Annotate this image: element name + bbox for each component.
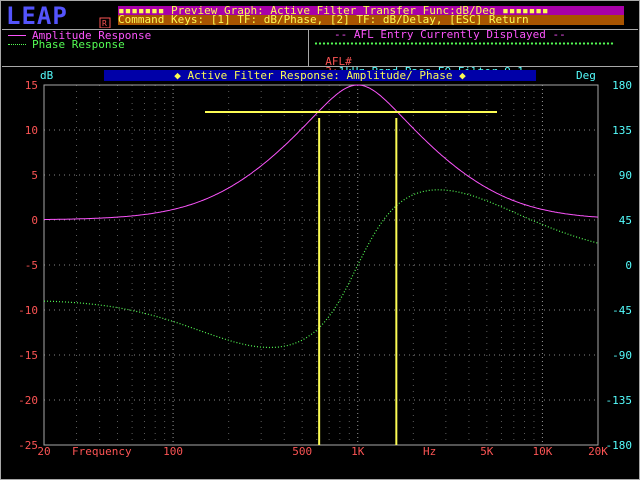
left-tick-label: -15 (18, 349, 38, 362)
x-tick-label: 10K (532, 445, 552, 458)
right-tick-label: -45 (612, 304, 632, 317)
right-tick-label: -90 (612, 349, 632, 362)
left-tick-label: -5 (25, 259, 38, 272)
frequency-axis-label: Frequency (72, 445, 132, 458)
right-tick-label: 180 (612, 79, 632, 92)
amplitude-series-line (44, 84, 599, 220)
x-tick-label: 500 (292, 445, 312, 458)
right-tick-label: 0 (625, 259, 632, 272)
phase-series-line (43, 189, 599, 349)
right-tick-label: 45 (619, 214, 632, 227)
left-tick-label: 0 (31, 214, 38, 227)
left-axis-ticks: 15 10 5 0 -5 -10 -15 -20 -25 (18, 79, 38, 452)
response-chart: 15 10 5 0 -5 -10 -15 -20 -25 180 135 90 45 0 -45 -90 -1… (18, 79, 633, 458)
x-tick-label: 20 (37, 445, 50, 458)
right-tick-label: 90 (619, 169, 632, 182)
x-tick-label: 20K (588, 445, 608, 458)
chart-grid (43, 84, 599, 446)
left-tick-label: 5 (31, 169, 38, 182)
left-tick-label: -10 (18, 304, 38, 317)
x-tick-label: 1K (351, 445, 365, 458)
right-axis-ticks: 180 135 90 45 0 -45 -90 -135 -180 (606, 79, 633, 452)
left-tick-label: -20 (18, 394, 38, 407)
right-tick-label: -180 (606, 439, 633, 452)
left-tick-label: -25 (18, 439, 38, 452)
x-tick-label: 100 (163, 445, 183, 458)
left-tick-label: 15 (25, 79, 38, 92)
right-tick-label: -135 (606, 394, 633, 407)
x-tick-label: 5K (480, 445, 494, 458)
hz-axis-label: Hz (423, 445, 436, 458)
left-tick-label: 10 (25, 124, 38, 137)
right-tick-label: 135 (612, 124, 632, 137)
series-layer (43, 84, 599, 349)
